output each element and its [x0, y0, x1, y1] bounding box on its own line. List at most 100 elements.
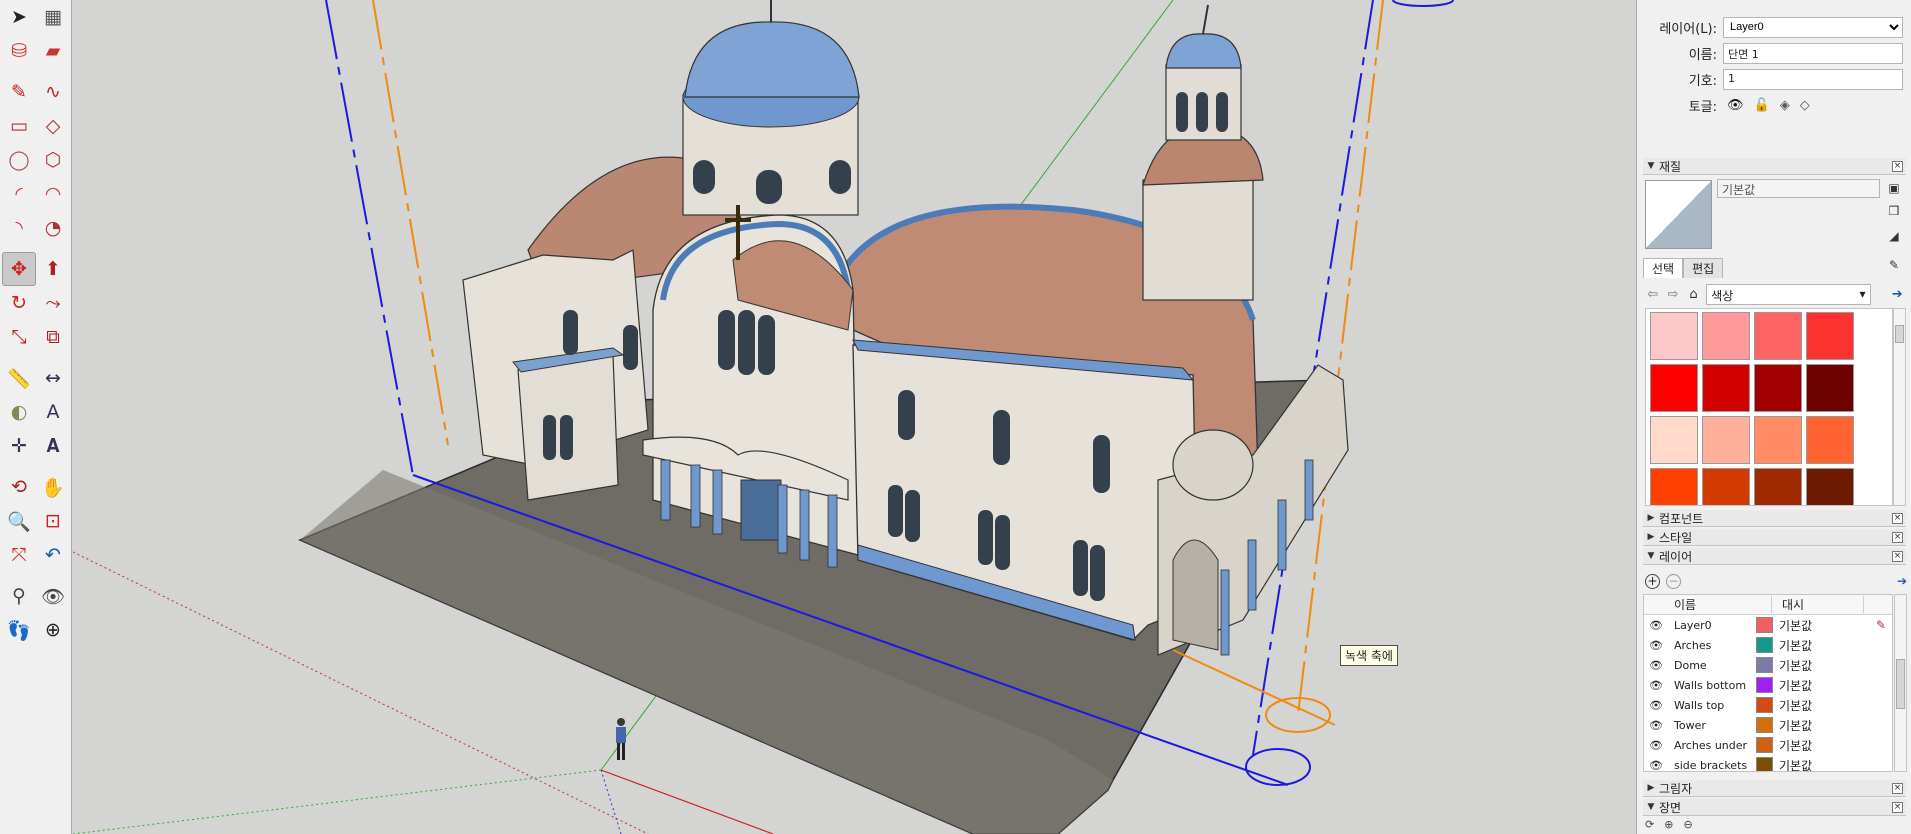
layer-color-swatch[interactable]	[1756, 637, 1773, 653]
layer-name[interactable]: Dome	[1668, 659, 1752, 672]
zoom-extents-tool[interactable]: ⤧	[2, 538, 36, 572]
back-arrow-icon[interactable]: ⇦	[1645, 287, 1660, 302]
layer-dash-value[interactable]: 기본값	[1773, 697, 1833, 714]
visibility-eye-icon[interactable]: 👁	[1644, 639, 1668, 652]
rectangle-tool[interactable]: ▭	[2, 109, 36, 143]
create-material-icon[interactable]: ❒	[1886, 204, 1902, 220]
styles-panel-header[interactable]: ▶ 스타일 ×	[1643, 529, 1906, 546]
layer-name[interactable]: Arches under	[1668, 739, 1752, 752]
lock-icon[interactable]: 🔓	[1754, 98, 1770, 113]
visibility-eye-icon[interactable]: 👁	[1727, 98, 1744, 113]
scroll-thumb[interactable]	[1896, 659, 1905, 709]
protractor-tool[interactable]: ◐	[2, 395, 36, 429]
layer-select[interactable]: Layer0	[1723, 16, 1903, 38]
layer-color-swatch[interactable]	[1756, 697, 1773, 713]
layer-name[interactable]: Walls bottom	[1668, 679, 1752, 692]
zoom-window-tool[interactable]: ⊡	[36, 504, 70, 538]
layer-row[interactable]: 👁 Arches 기본값	[1644, 635, 1892, 655]
axes-tool[interactable]: ✛	[2, 429, 36, 463]
layer-color-swatch[interactable]	[1756, 717, 1773, 733]
scenes-panel-header[interactable]: ▼ 장면 ×	[1643, 799, 1906, 816]
material-swatch[interactable]	[1702, 364, 1750, 412]
select-tool[interactable]: ➤	[2, 0, 36, 34]
eraser-tool[interactable]: ▰	[36, 34, 70, 68]
close-icon[interactable]: ×	[1892, 532, 1903, 543]
visibility-eye-icon[interactable]: 👁	[1644, 659, 1668, 672]
zoom-tool[interactable]: 🔍	[2, 504, 36, 538]
material-swatch[interactable]	[1806, 312, 1854, 360]
visibility-eye-icon[interactable]: 👁	[1644, 699, 1668, 712]
rotated-rectangle-tool[interactable]: ◇	[36, 109, 70, 143]
material-swatch[interactable]	[1806, 468, 1854, 505]
previous-view-tool[interactable]: ↶	[36, 538, 70, 572]
tab-edit[interactable]: 편집	[1683, 258, 1724, 278]
add-scene-icon[interactable]: ⊕	[1664, 818, 1673, 834]
material-swatch[interactable]	[1650, 364, 1698, 412]
text-tool[interactable]: A	[36, 395, 70, 429]
three-point-arc-tool[interactable]: ◝	[2, 211, 36, 245]
tape-measure-tool[interactable]: 📏	[2, 361, 36, 395]
sample-paint-icon[interactable]: ◢	[1886, 229, 1902, 245]
visibility-eye-icon[interactable]: 👁	[1644, 759, 1668, 772]
layer-row[interactable]: 👁 Walls bottom 기본값	[1644, 675, 1892, 695]
forward-arrow-icon[interactable]: ⇨	[1665, 287, 1680, 302]
material-name-field[interactable]: 기본값	[1717, 179, 1880, 198]
visibility-eye-icon[interactable]: 👁	[1644, 719, 1668, 732]
details-arrow-icon[interactable]: ➔	[1890, 287, 1905, 302]
layer-color-swatch[interactable]	[1756, 737, 1773, 753]
remove-scene-icon[interactable]: ⊖	[1683, 818, 1692, 834]
eyedropper-icon[interactable]: ✎	[1886, 258, 1902, 274]
layer-name[interactable]: Walls top	[1668, 699, 1752, 712]
layer-name[interactable]: Layer0	[1668, 619, 1752, 632]
make-component-tool[interactable]: ▦	[36, 0, 70, 34]
layer-row[interactable]: 👁 Dome 기본값	[1644, 655, 1892, 675]
layer-dash-value[interactable]: 기본값	[1773, 657, 1833, 674]
material-swatch[interactable]	[1754, 468, 1802, 505]
layer-name[interactable]: side brackets	[1668, 759, 1752, 772]
material-swatch[interactable]	[1650, 312, 1698, 360]
layer-dash-value[interactable]: 기본값	[1773, 677, 1833, 694]
material-swatch[interactable]	[1702, 312, 1750, 360]
model-viewport[interactable]: 녹색 축에	[73, 0, 1636, 834]
layer-row[interactable]: 👁 Tower 기본값	[1644, 715, 1892, 735]
layers-panel-header[interactable]: ▼ 레이어 ×	[1643, 548, 1906, 565]
symbol-field[interactable]: 1	[1723, 68, 1903, 90]
material-swatch[interactable]	[1806, 416, 1854, 464]
add-layer-icon[interactable]: +	[1645, 573, 1660, 589]
look-around-tool[interactable]: 👁	[36, 579, 70, 613]
close-icon[interactable]: ×	[1892, 783, 1903, 794]
material-swatch[interactable]	[1754, 312, 1802, 360]
visibility-eye-icon[interactable]: 👁	[1644, 679, 1668, 692]
visibility-eye-icon[interactable]: 👁	[1644, 619, 1668, 632]
push-pull-tool[interactable]: ⬆	[36, 252, 70, 286]
scroll-thumb[interactable]	[1895, 325, 1904, 343]
material-swatch[interactable]	[1754, 416, 1802, 464]
layer-dash-value[interactable]: 기본값	[1773, 717, 1833, 734]
column-dash[interactable]: 대시	[1772, 596, 1864, 613]
layer-name[interactable]: Arches	[1668, 639, 1752, 652]
position-camera-tool[interactable]: ⚲	[2, 579, 36, 613]
orbit-tool[interactable]: ⟲	[2, 470, 36, 504]
material-swatch[interactable]	[1650, 468, 1698, 505]
materials-panel-header[interactable]: ▼ 재질 ×	[1643, 158, 1906, 175]
tab-select[interactable]: 선택	[1643, 258, 1684, 278]
dimension-tool[interactable]: ↔	[36, 361, 70, 395]
paint-bucket-tool[interactable]: ⛁	[2, 34, 36, 68]
polygon-tool[interactable]: ⬡	[36, 143, 70, 177]
layer-color-swatch[interactable]	[1756, 757, 1773, 771]
home-icon[interactable]: ⌂	[1686, 287, 1701, 302]
layer-row[interactable]: 👁 side brackets 기본값	[1644, 755, 1892, 772]
offset-tool[interactable]: ⧉	[36, 320, 70, 354]
material-library-select[interactable]: 색상	[1706, 283, 1871, 305]
layers-scrollbar[interactable]	[1894, 594, 1907, 772]
layer-dash-value[interactable]: 기본값	[1773, 757, 1833, 772]
layer-dash-value[interactable]: 기본값	[1773, 617, 1833, 634]
close-icon[interactable]: ×	[1892, 551, 1903, 562]
paint-default-icon[interactable]: ▣	[1886, 181, 1902, 197]
layer-color-swatch[interactable]	[1756, 617, 1773, 633]
details-arrow-icon[interactable]: ➔	[1897, 574, 1907, 588]
swatch-scrollbar[interactable]	[1893, 308, 1906, 506]
material-swatch[interactable]	[1650, 416, 1698, 464]
walk-tool[interactable]: 👣	[2, 613, 36, 647]
receive-shadow-icon[interactable]: ◇	[1800, 98, 1810, 113]
